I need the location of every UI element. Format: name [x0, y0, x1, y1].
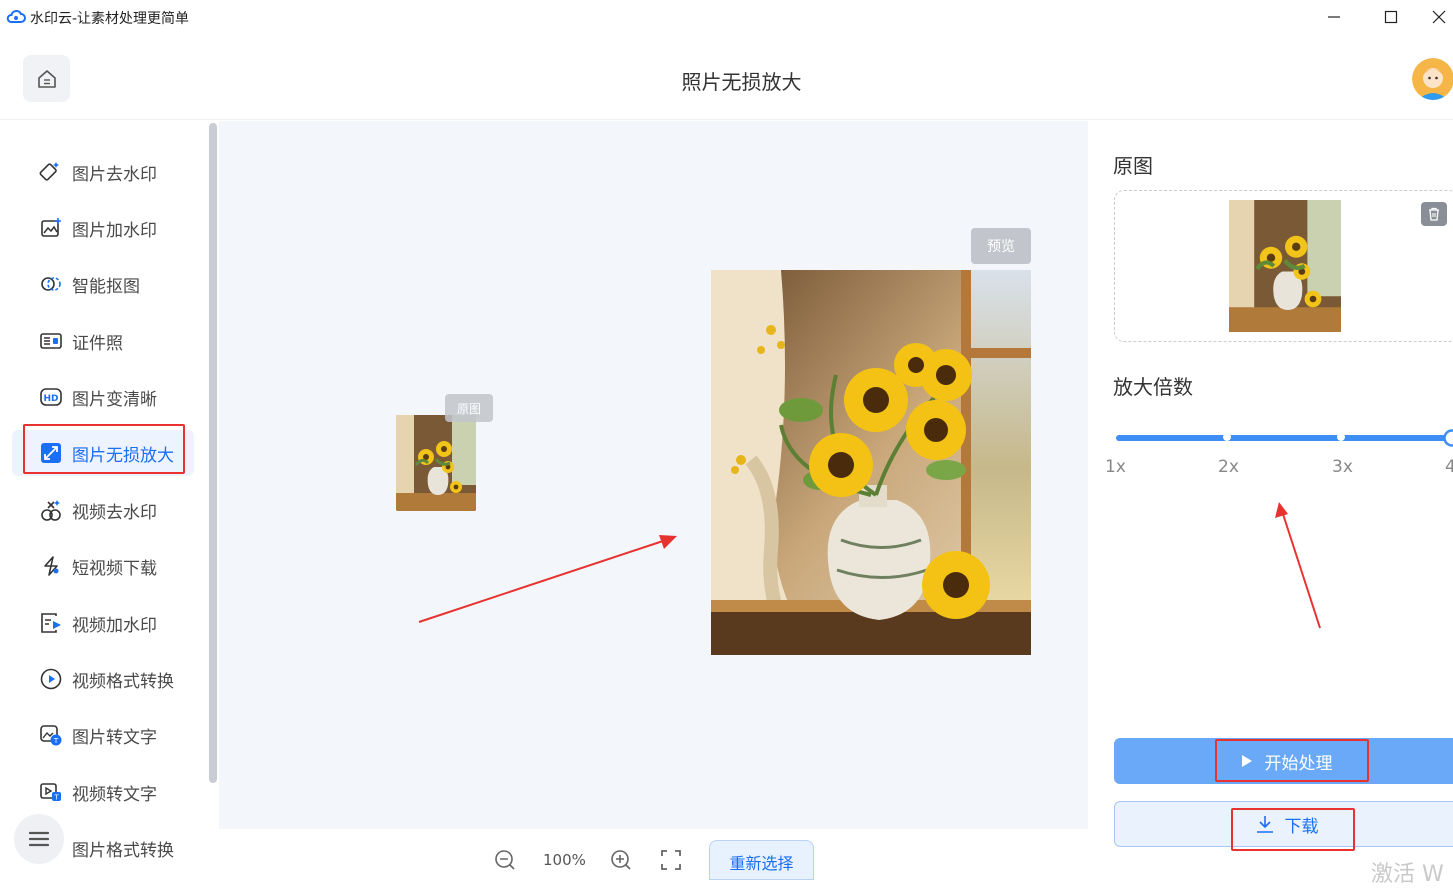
page-title: 照片无损放大 — [0, 66, 1453, 95]
scale-label: 放大倍数 — [1113, 371, 1193, 400]
image-text-icon: T — [39, 723, 63, 747]
scale-tick-1x: 1x — [1105, 457, 1126, 477]
sidebar-item-smart-cutout[interactable]: 智能抠图 — [12, 261, 194, 307]
preview-tag: 预览 — [971, 228, 1031, 264]
app-title: 水印云-让素材处理更简单 — [30, 8, 189, 28]
zoom-in-icon — [610, 849, 632, 871]
sidebar-item-image-remove-watermark[interactable]: 图片去水印 — [12, 149, 194, 195]
sidebar-item-label: 图片加水印 — [72, 216, 157, 241]
sidebar-item-label: 图片转文字 — [72, 723, 157, 748]
maximize-button[interactable] — [1376, 6, 1406, 28]
link-download-icon — [39, 554, 63, 578]
original-image-box[interactable] — [1114, 190, 1453, 342]
sidebar-item-label: 视频加水印 — [72, 611, 157, 636]
header: 照片无损放大 — [0, 36, 1453, 120]
play-circle-icon — [39, 667, 63, 691]
preview-image[interactable] — [711, 270, 1031, 655]
sidebar-item-label: 图片去水印 — [72, 160, 157, 185]
start-process-button[interactable]: 开始处理 — [1114, 738, 1453, 784]
scale-slider[interactable] — [1116, 435, 1453, 441]
download-button[interactable]: 下载 — [1114, 801, 1453, 847]
cutout-icon — [39, 272, 63, 296]
hd-icon: HD — [39, 385, 63, 409]
minimize-button[interactable] — [1319, 6, 1349, 28]
preview-canvas: 原图 预览 — [219, 121, 1088, 829]
sidebar-item-video-add-watermark[interactable]: 视频加水印 — [12, 600, 194, 646]
zoom-out-button[interactable] — [493, 848, 517, 872]
eraser-icon — [39, 160, 63, 184]
fullscreen-button[interactable] — [659, 848, 683, 872]
sidebar-item-video-to-text[interactable]: T 视频转文字 — [12, 769, 194, 815]
sidebar-item-label: 图片格式转换 — [72, 836, 174, 861]
play-icon — [1241, 754, 1253, 768]
hamburger-menu-icon — [28, 830, 50, 848]
sidebar-item-label: 视频格式转换 — [72, 667, 174, 692]
sidebar-item-short-video-download[interactable]: 短视频下载 — [12, 543, 194, 589]
sidebar-item-image-enlarge[interactable]: 图片无损放大 — [12, 430, 194, 476]
sidebar-item-label: 图片无损放大 — [72, 441, 174, 466]
scale-tick-4x: 4 — [1445, 457, 1453, 477]
avatar[interactable] — [1412, 58, 1453, 100]
original-tag: 原图 — [445, 394, 493, 422]
close-button[interactable] — [1432, 6, 1453, 28]
activation-watermark: 激活 W — [1371, 856, 1444, 888]
minimize-icon — [1327, 10, 1341, 24]
enlarge-icon — [39, 441, 63, 465]
download-icon — [1255, 814, 1275, 834]
sidebar-item-video-format-convert[interactable]: 视频格式转换 — [12, 656, 194, 702]
sidebar-item-id-photo[interactable]: 证件照 — [12, 318, 194, 364]
sunflower-thumbnail-icon — [1229, 200, 1341, 332]
canvas-toolbar: 100% 重新选择 — [219, 829, 1088, 874]
sidebar-scrollbar[interactable] — [209, 123, 217, 783]
sidebar-item-label: 证件照 — [72, 329, 123, 354]
fullscreen-icon — [660, 849, 682, 871]
sunflower-thumbnail-icon — [396, 415, 476, 511]
id-card-icon — [39, 329, 63, 353]
delete-button[interactable] — [1421, 202, 1447, 226]
scale-tick-2x: 2x — [1218, 457, 1239, 477]
title-bar: 水印云-让素材处理更简单 — [0, 0, 1453, 36]
sidebar-item-label: 智能抠图 — [72, 272, 140, 297]
start-button-label: 开始处理 — [1265, 749, 1333, 774]
settings-panel: 原图 放大倍数 1x 2x 3x 4 — [1088, 121, 1453, 874]
zoom-level: 100% — [543, 851, 586, 869]
video-add-icon — [39, 611, 63, 635]
video-text-icon: T — [39, 780, 63, 804]
scale-tick-3x: 3x — [1332, 457, 1353, 477]
sidebar-item-image-add-watermark[interactable]: 图片加水印 — [12, 205, 194, 251]
sunflower-preview-icon — [711, 270, 1031, 655]
sidebar-item-label: 图片变清晰 — [72, 385, 157, 410]
download-button-label: 下载 — [1285, 812, 1319, 837]
zoom-in-button[interactable] — [609, 848, 633, 872]
video-eraser-icon — [39, 498, 63, 522]
slider-handle[interactable] — [1443, 429, 1453, 447]
trash-icon — [1427, 207, 1441, 221]
svg-text:T: T — [53, 794, 59, 802]
maximize-icon — [1384, 10, 1398, 24]
sidebar-item-video-remove-watermark[interactable]: 视频去水印 — [12, 487, 194, 533]
svg-text:T: T — [53, 737, 59, 745]
sidebar-item-image-sharpen[interactable]: HD 图片变清晰 — [12, 374, 194, 420]
original-thumbnail — [1229, 200, 1341, 332]
reselect-button[interactable]: 重新选择 — [709, 840, 814, 880]
original-label: 原图 — [1113, 150, 1153, 179]
menu-button[interactable] — [14, 814, 64, 864]
sidebar-item-label: 视频转文字 — [72, 780, 157, 805]
slider-step-dot — [1223, 433, 1231, 441]
sidebar-item-image-to-text[interactable]: T 图片转文字 — [12, 712, 194, 758]
original-image-small[interactable] — [396, 415, 476, 511]
svg-text:HD: HD — [43, 394, 58, 404]
slider-step-dot — [1337, 433, 1345, 441]
zoom-out-icon — [494, 849, 516, 871]
sidebar-item-label: 短视频下载 — [72, 554, 157, 579]
user-avatar-icon — [1412, 58, 1453, 100]
sidebar-item-label: 视频去水印 — [72, 498, 157, 523]
cloud-logo-icon — [6, 9, 26, 25]
close-icon — [1432, 10, 1446, 24]
image-add-icon — [39, 216, 63, 240]
sidebar: 图片去水印 图片加水印 智能抠图 证件照 HD 图片变清晰 图片无损放大 视频 — [0, 121, 218, 874]
